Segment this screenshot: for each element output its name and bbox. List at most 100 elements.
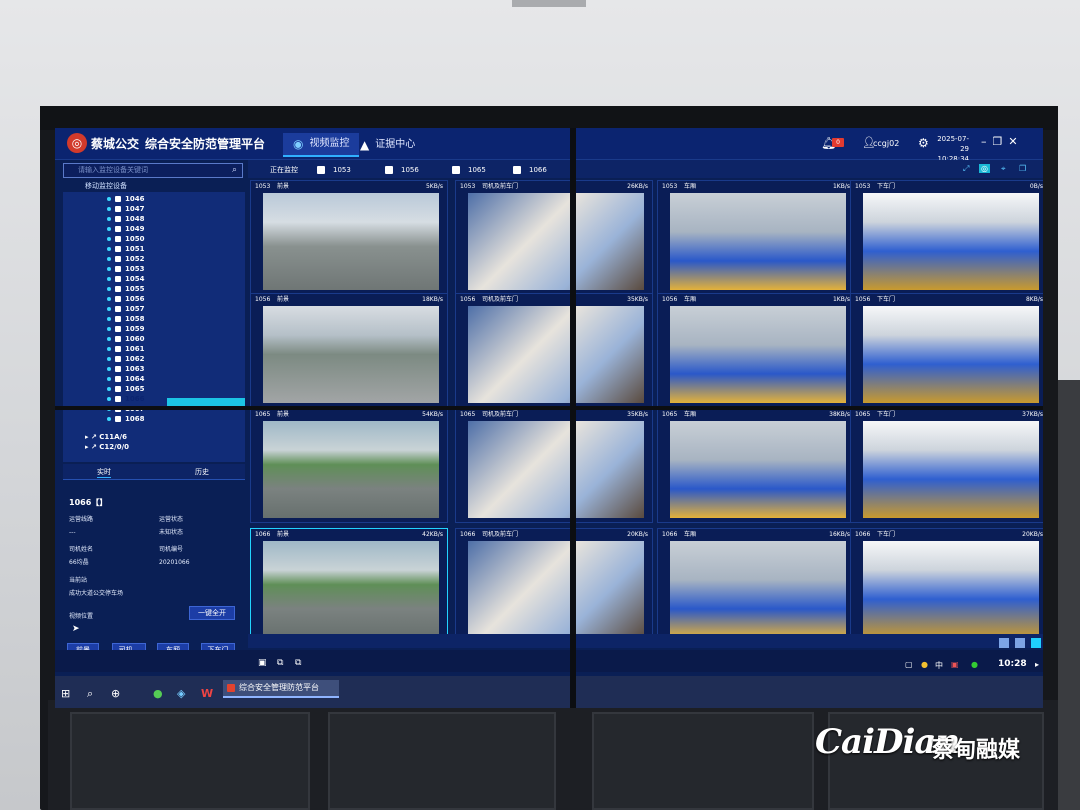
monitor-tab[interactable]: 1053 [317,164,351,176]
tree-item-1059[interactable]: 1059 [107,324,144,334]
monitor-tab[interactable]: 1065 [452,164,486,176]
camera-cell-header: 1066 司机及前车门 20KB/s [456,529,652,540]
tab-evidence-center[interactable]: ▲ 证据中心 [350,133,425,157]
location-icon[interactable]: ⌖ [1001,164,1006,174]
tree-item-1055[interactable]: 1055 [107,284,144,294]
open-all-button[interactable]: 一键全开 [189,606,235,620]
video-feed[interactable] [670,306,846,403]
camera-cell[interactable]: 1056 下车门 8KB/s [850,293,1043,408]
tree-item-1057[interactable]: 1057 [107,304,144,314]
tree-item-1053[interactable]: 1053 [107,264,144,274]
tree-item-1062[interactable]: 1062 [107,354,144,364]
split-icon[interactable]: ⧉ [295,658,301,668]
video-feed[interactable] [863,193,1039,290]
video-feed[interactable] [263,421,439,518]
target-icon[interactable]: ◎ [979,164,990,173]
record-icon[interactable]: ⧉ [277,658,283,668]
tree-item-1054[interactable]: 1054 [107,274,144,284]
windows-start-icon[interactable]: ⊞ [61,687,70,700]
video-feed[interactable] [670,193,846,290]
monitor-tab[interactable]: 1066 [513,164,547,176]
tree-item-1061[interactable]: 1061 [107,344,144,354]
close-icon[interactable]: ✕ [1008,135,1023,148]
video-feed[interactable] [863,306,1039,403]
camera-cell[interactable]: 1065 车厢 38KB/s [657,408,855,523]
video-feed[interactable] [670,421,846,518]
camera-cell[interactable]: 1053 下车门 0B/s [850,180,1043,295]
layout-grid-icon[interactable] [999,638,1009,648]
notification-icon[interactable]: ▸ [1035,660,1039,669]
camera-cell[interactable]: 1053 司机及前车门 26KB/s [455,180,653,295]
popout-icon[interactable]: ❐ [1019,164,1026,173]
taskbar-app-window[interactable]: 综合安全管理防范平台 [223,680,339,698]
fullscreen-icon[interactable]: ⤢ [963,164,969,174]
tree-item-1064[interactable]: 1064 [107,374,144,384]
tab-video-monitoring[interactable]: ◉ 视频监控 [283,133,360,157]
tray-app-icon[interactable]: ▣ [951,660,959,669]
snapshot-icon[interactable]: ▣ [258,658,267,668]
camera-cell[interactable]: 1066 车厢 16KB/s [657,528,855,643]
tree-item-1063[interactable]: 1063 [107,364,144,374]
tree-item-1050[interactable]: 1050 [107,234,144,244]
ime-indicator[interactable]: 中 [935,660,943,671]
layout-grid-icon[interactable] [1015,638,1025,648]
app-icon[interactable]: ◈ [177,687,185,700]
tree-item-1046[interactable]: 1046 [107,194,144,204]
tray-status-icon[interactable]: ● [921,660,928,669]
video-feed[interactable] [863,541,1039,638]
video-feed[interactable] [468,421,644,518]
minimize-icon[interactable]: – [981,135,993,148]
camera-cell[interactable]: 1066 前景 42KB/s [250,528,448,643]
tree-item-1049[interactable]: 1049 [107,224,144,234]
video-feed[interactable] [468,306,644,403]
username[interactable]: ccgj02 [873,139,899,148]
tree-group[interactable]: ▸ ↗ C11A/6 [85,432,127,442]
tray-app-icon[interactable]: ▢ [905,660,913,669]
tree-item-1066[interactable]: 1066 [107,394,144,404]
tree-item-1065[interactable]: 1065 [107,384,144,394]
video-feed[interactable] [468,193,644,290]
camera-cell[interactable]: 1066 下车门 20KB/s [850,528,1043,643]
tree-item-1052[interactable]: 1052 [107,254,144,264]
gear-icon[interactable]: ⚙ [918,136,929,150]
camera-cell[interactable]: 1053 前景 5KB/s [250,180,448,295]
tree-item-1048[interactable]: 1048 [107,214,144,224]
device-search-input[interactable]: 请输入监控设备关键词 [63,163,243,178]
tree-item-1060[interactable]: 1060 [107,334,144,344]
tree-item-1068[interactable]: 1068 [107,414,144,424]
tree-item-1047[interactable]: 1047 [107,204,144,214]
tree-item-1051[interactable]: 1051 [107,244,144,254]
tab-history[interactable]: 历史 [195,467,209,477]
restore-icon[interactable]: ❐ [993,135,1009,148]
zoom-icon[interactable]: ⊕ [111,687,120,700]
search-icon[interactable]: ⌕ [87,687,93,701]
video-feed[interactable] [670,541,846,638]
tree-item-1056[interactable]: 1056 [107,294,144,304]
camera-cell[interactable]: 1065 前景 54KB/s [250,408,448,523]
camera-cell[interactable]: 1065 下车门 37KB/s [850,408,1043,523]
video-feed[interactable] [863,421,1039,518]
camera-cell[interactable]: 1065 司机及前车门 35KB/s [455,408,653,523]
camera-cell[interactable]: 1056 车厢 1KB/s [657,293,855,408]
video-feed[interactable] [468,541,644,638]
video-feed[interactable] [263,193,439,290]
browser-icon[interactable]: ● [153,687,163,700]
bitrate: 54KB/s [422,411,443,418]
camera-cell[interactable]: 1056 司机及前车门 35KB/s [455,293,653,408]
camera-cell[interactable]: 1053 车厢 1KB/s [657,180,855,295]
tray-app-icon[interactable]: ● [971,660,978,669]
tree-item-1058[interactable]: 1058 [107,314,144,324]
search-icon[interactable]: ⌕ [232,165,237,175]
layout-grid-icon[interactable] [1031,638,1041,648]
tree-group[interactable]: ▸ ↗ C12/0/0 [85,442,129,452]
monitor-tab[interactable]: 1056 [385,164,419,176]
wps-icon[interactable]: W [201,687,213,700]
window-controls[interactable]: –❐✕ [981,135,1024,148]
video-feed[interactable] [263,541,439,638]
camera-cell[interactable]: 1066 司机及前车门 20KB/s [455,528,653,643]
camera-bus-id: 1065 [460,411,476,418]
tab-realtime[interactable]: 实时 [97,467,111,478]
camera-cell[interactable]: 1056 前景 18KB/s [250,293,448,408]
video-feed[interactable] [263,306,439,403]
camera-bus-id: 1056 [662,296,678,303]
